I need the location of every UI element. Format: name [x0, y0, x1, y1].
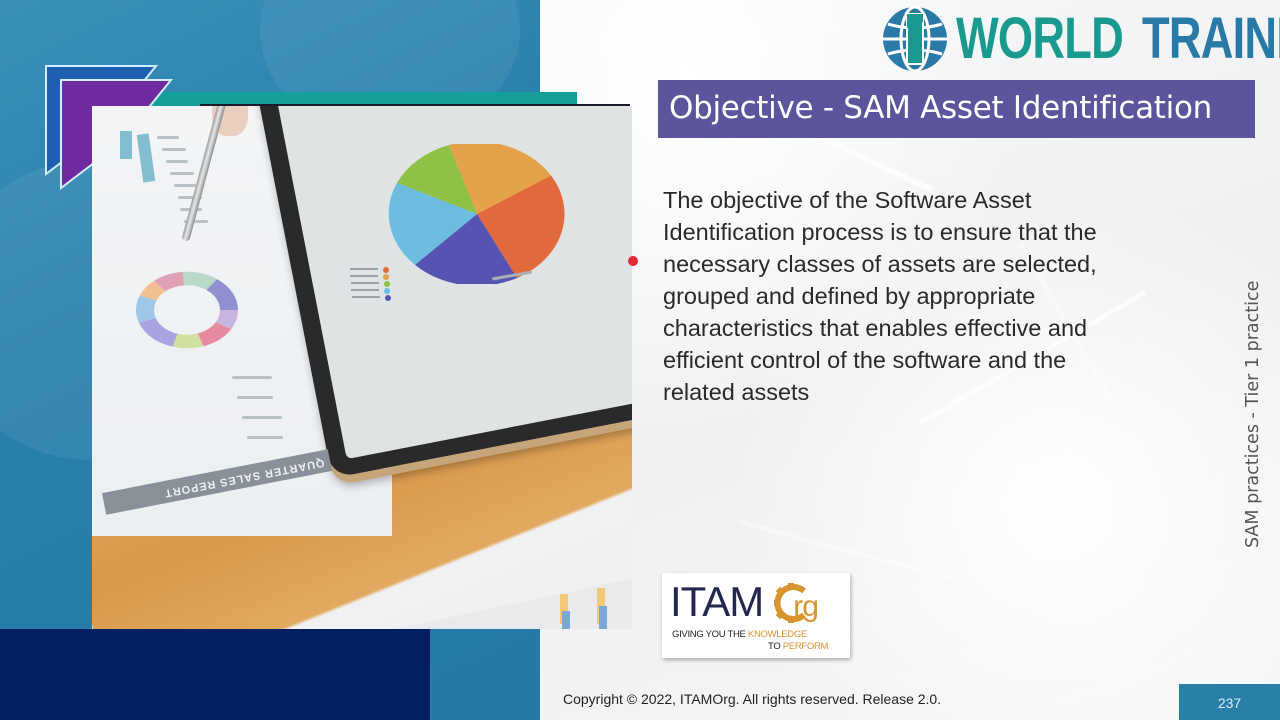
- laser-pointer-dot: [628, 256, 638, 266]
- slide: QUARTER SALES REPORT WORLD TRAINING .com…: [0, 0, 1280, 720]
- body-line: necessary classes of assets are selected…: [663, 251, 1097, 277]
- body-line: The objective of the Software Asset: [663, 187, 1032, 213]
- page-number: 237: [1179, 684, 1280, 720]
- section-side-label: SAM practices - Tier 1 practice: [1243, 280, 1263, 548]
- body-line: Identification process is to ensure that…: [663, 219, 1097, 245]
- itam-tagline-line1: GIVING YOU THE KNOWLEDGE: [672, 629, 807, 640]
- globe-one-icon: [883, 5, 947, 73]
- itam-tagline-line2: TO PERFORM: [768, 641, 829, 652]
- body-line: related assets: [663, 379, 810, 405]
- photo-top-border: [200, 104, 630, 106]
- logo-word-training: TRAINING: [1142, 6, 1280, 71]
- report-donut-chart: [136, 271, 238, 349]
- tablet-pie-chart: [388, 144, 565, 284]
- slide-title: Objective - SAM Asset Identification: [658, 80, 1255, 138]
- body-line: grouped and defined by appropriate: [663, 283, 1036, 309]
- body-line: characteristics that enables effective a…: [663, 315, 1088, 341]
- itamorg-logo: ITAM rg GIVING YOU THE KNOWLEDGE TO PERFO…: [662, 573, 850, 658]
- sales-report-photo: QUARTER SALES REPORT: [92, 106, 632, 629]
- copyright-notice: Copyright © 2022, ITAMOrg. All rights re…: [563, 691, 942, 707]
- body-line: efficient control of the software and th…: [663, 347, 1067, 373]
- navy-accent-block: [0, 629, 430, 720]
- world-training-logo: WORLD TRAINING .com: [880, 4, 1280, 74]
- tablet-legend: [350, 267, 391, 301]
- itam-logo-main: ITAM: [670, 578, 764, 625]
- logo-word-world: WORLD: [956, 6, 1124, 71]
- objective-text: The objective of the Software Asset Iden…: [663, 184, 1183, 408]
- gear-icon: [774, 583, 806, 623]
